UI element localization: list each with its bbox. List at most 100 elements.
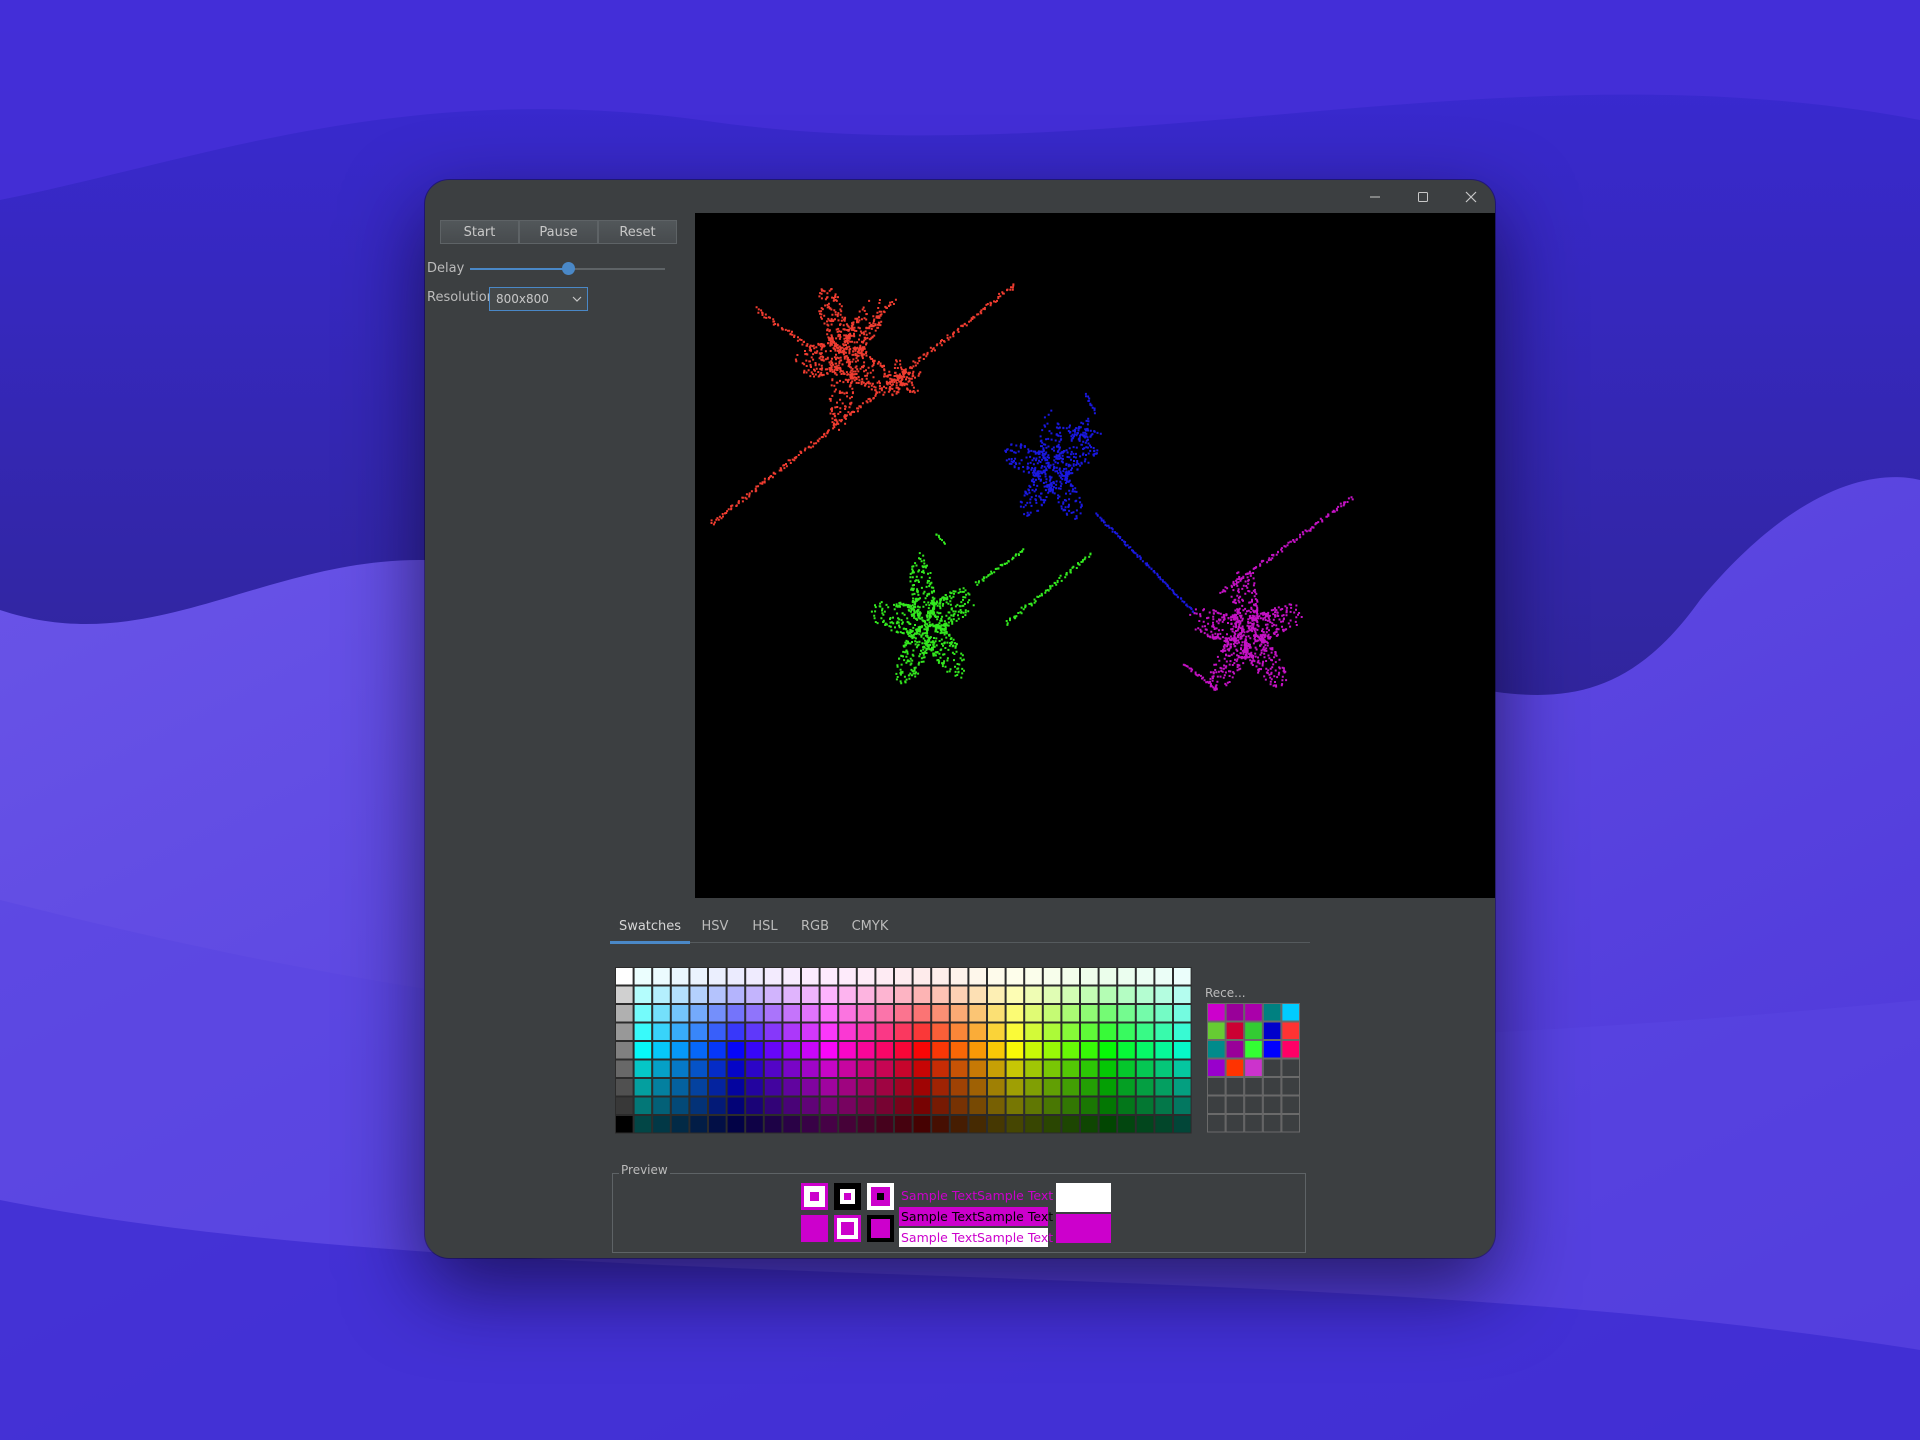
- swatch-cell[interactable]: [1154, 1096, 1174, 1115]
- swatch-cell[interactable]: [875, 1004, 894, 1023]
- swatch-cell[interactable]: [968, 1041, 987, 1060]
- swatch-cell[interactable]: [1098, 985, 1118, 1004]
- swatch-cell[interactable]: [894, 967, 913, 986]
- swatch-cell[interactable]: [763, 1059, 783, 1078]
- swatch-cell[interactable]: [745, 1096, 764, 1115]
- swatch-cell[interactable]: [1005, 1004, 1025, 1023]
- swatch-cell[interactable]: [1135, 1115, 1155, 1134]
- swatch-cell[interactable]: [1098, 1004, 1118, 1023]
- delay-slider-thumb[interactable]: [561, 262, 575, 275]
- swatch-cell[interactable]: [652, 985, 671, 1004]
- swatch-cell[interactable]: [1098, 1022, 1118, 1041]
- swatch-cell[interactable]: [1005, 1059, 1025, 1078]
- recent-color-cell[interactable]: [1207, 1021, 1226, 1040]
- swatch-cell[interactable]: [615, 1096, 634, 1115]
- swatch-cell[interactable]: [987, 1078, 1006, 1097]
- swatch-cell[interactable]: [745, 1004, 764, 1023]
- recent-color-cell[interactable]: [1244, 1040, 1263, 1059]
- swatch-cell[interactable]: [819, 1041, 839, 1060]
- swatch-cell[interactable]: [763, 985, 783, 1004]
- swatch-cell[interactable]: [912, 985, 932, 1004]
- swatch-cell[interactable]: [856, 1041, 876, 1060]
- swatch-cell[interactable]: [1098, 1096, 1118, 1115]
- swatch-cell[interactable]: [801, 1022, 820, 1041]
- swatch-cell[interactable]: [856, 1096, 876, 1115]
- swatch-cell[interactable]: [782, 1096, 801, 1115]
- swatch-cell[interactable]: [782, 1004, 801, 1023]
- recent-color-cell[interactable]: [1281, 1021, 1301, 1040]
- swatch-cell[interactable]: [763, 1096, 783, 1115]
- recent-color-cell[interactable]: [1244, 1058, 1263, 1077]
- swatch-cell[interactable]: [1173, 1004, 1192, 1023]
- swatch-cell[interactable]: [670, 1115, 690, 1134]
- recent-color-cell[interactable]: [1281, 1114, 1301, 1133]
- swatch-cell[interactable]: [726, 967, 746, 986]
- swatch-cell[interactable]: [838, 1004, 857, 1023]
- swatch-cell[interactable]: [708, 1096, 727, 1115]
- swatch-cell[interactable]: [987, 1115, 1006, 1134]
- simulation-canvas[interactable]: [695, 213, 1495, 898]
- tab-swatches[interactable]: Swatches: [610, 910, 690, 944]
- swatch-cell[interactable]: [875, 1115, 894, 1134]
- swatch-cell[interactable]: [894, 1022, 913, 1041]
- swatch-cell[interactable]: [1061, 1004, 1080, 1023]
- recent-color-cell[interactable]: [1244, 1003, 1263, 1022]
- swatch-cell[interactable]: [763, 1022, 783, 1041]
- swatch-cell[interactable]: [949, 1096, 969, 1115]
- swatch-cell[interactable]: [949, 1041, 969, 1060]
- swatch-cell[interactable]: [801, 1059, 820, 1078]
- swatch-cell[interactable]: [708, 1022, 727, 1041]
- recent-color-cell[interactable]: [1225, 1095, 1245, 1114]
- swatch-cell[interactable]: [968, 967, 987, 986]
- swatch-cell[interactable]: [1080, 1078, 1099, 1097]
- swatch-cell[interactable]: [949, 967, 969, 986]
- swatch-cell[interactable]: [819, 1059, 839, 1078]
- swatch-cell[interactable]: [987, 985, 1006, 1004]
- swatch-cell[interactable]: [819, 985, 839, 1004]
- swatch-cell[interactable]: [745, 1115, 764, 1134]
- recent-color-cell[interactable]: [1262, 1095, 1282, 1114]
- swatch-cell[interactable]: [856, 1115, 876, 1134]
- swatch-cell[interactable]: [819, 967, 839, 986]
- swatch-cell[interactable]: [1061, 967, 1080, 986]
- swatch-cell[interactable]: [987, 1041, 1006, 1060]
- swatch-cell[interactable]: [987, 1004, 1006, 1023]
- swatch-cell[interactable]: [1173, 1059, 1192, 1078]
- swatch-cell[interactable]: [838, 1022, 857, 1041]
- swatch-cell[interactable]: [745, 1059, 764, 1078]
- swatch-cell[interactable]: [633, 1004, 653, 1023]
- swatch-cell[interactable]: [894, 1115, 913, 1134]
- swatch-cell[interactable]: [912, 1059, 932, 1078]
- swatch-cell[interactable]: [782, 1059, 801, 1078]
- swatch-cell[interactable]: [1080, 1004, 1099, 1023]
- close-icon[interactable]: [1447, 180, 1495, 214]
- swatch-cell[interactable]: [1154, 1004, 1174, 1023]
- recent-color-cell[interactable]: [1207, 1114, 1226, 1133]
- swatch-cell[interactable]: [1098, 1041, 1118, 1060]
- swatch-cell[interactable]: [745, 985, 764, 1004]
- recent-color-cell[interactable]: [1225, 1114, 1245, 1133]
- recent-color-cell[interactable]: [1281, 1077, 1301, 1096]
- swatch-cell[interactable]: [1154, 1022, 1174, 1041]
- recent-colors-grid[interactable]: [1207, 1003, 1302, 1134]
- swatch-cell[interactable]: [931, 967, 950, 986]
- swatch-cell[interactable]: [968, 985, 987, 1004]
- swatch-cell[interactable]: [1154, 1078, 1174, 1097]
- swatch-cell[interactable]: [689, 1022, 709, 1041]
- swatch-cell[interactable]: [931, 1115, 950, 1134]
- swatch-cell[interactable]: [633, 1022, 653, 1041]
- swatch-cell[interactable]: [689, 1096, 709, 1115]
- swatch-cell[interactable]: [949, 1078, 969, 1097]
- swatch-cell[interactable]: [1024, 967, 1043, 986]
- swatch-cell[interactable]: [652, 1022, 671, 1041]
- recent-color-cell[interactable]: [1207, 1077, 1226, 1096]
- swatch-cell[interactable]: [1042, 1004, 1062, 1023]
- swatch-cell[interactable]: [1080, 1059, 1099, 1078]
- swatch-cell[interactable]: [931, 1059, 950, 1078]
- recent-color-cell[interactable]: [1281, 1058, 1301, 1077]
- swatch-cell[interactable]: [1024, 1078, 1043, 1097]
- start-button[interactable]: Start: [440, 220, 519, 244]
- swatch-cell[interactable]: [856, 985, 876, 1004]
- swatch-cell[interactable]: [1061, 1115, 1080, 1134]
- swatch-cell[interactable]: [1024, 1059, 1043, 1078]
